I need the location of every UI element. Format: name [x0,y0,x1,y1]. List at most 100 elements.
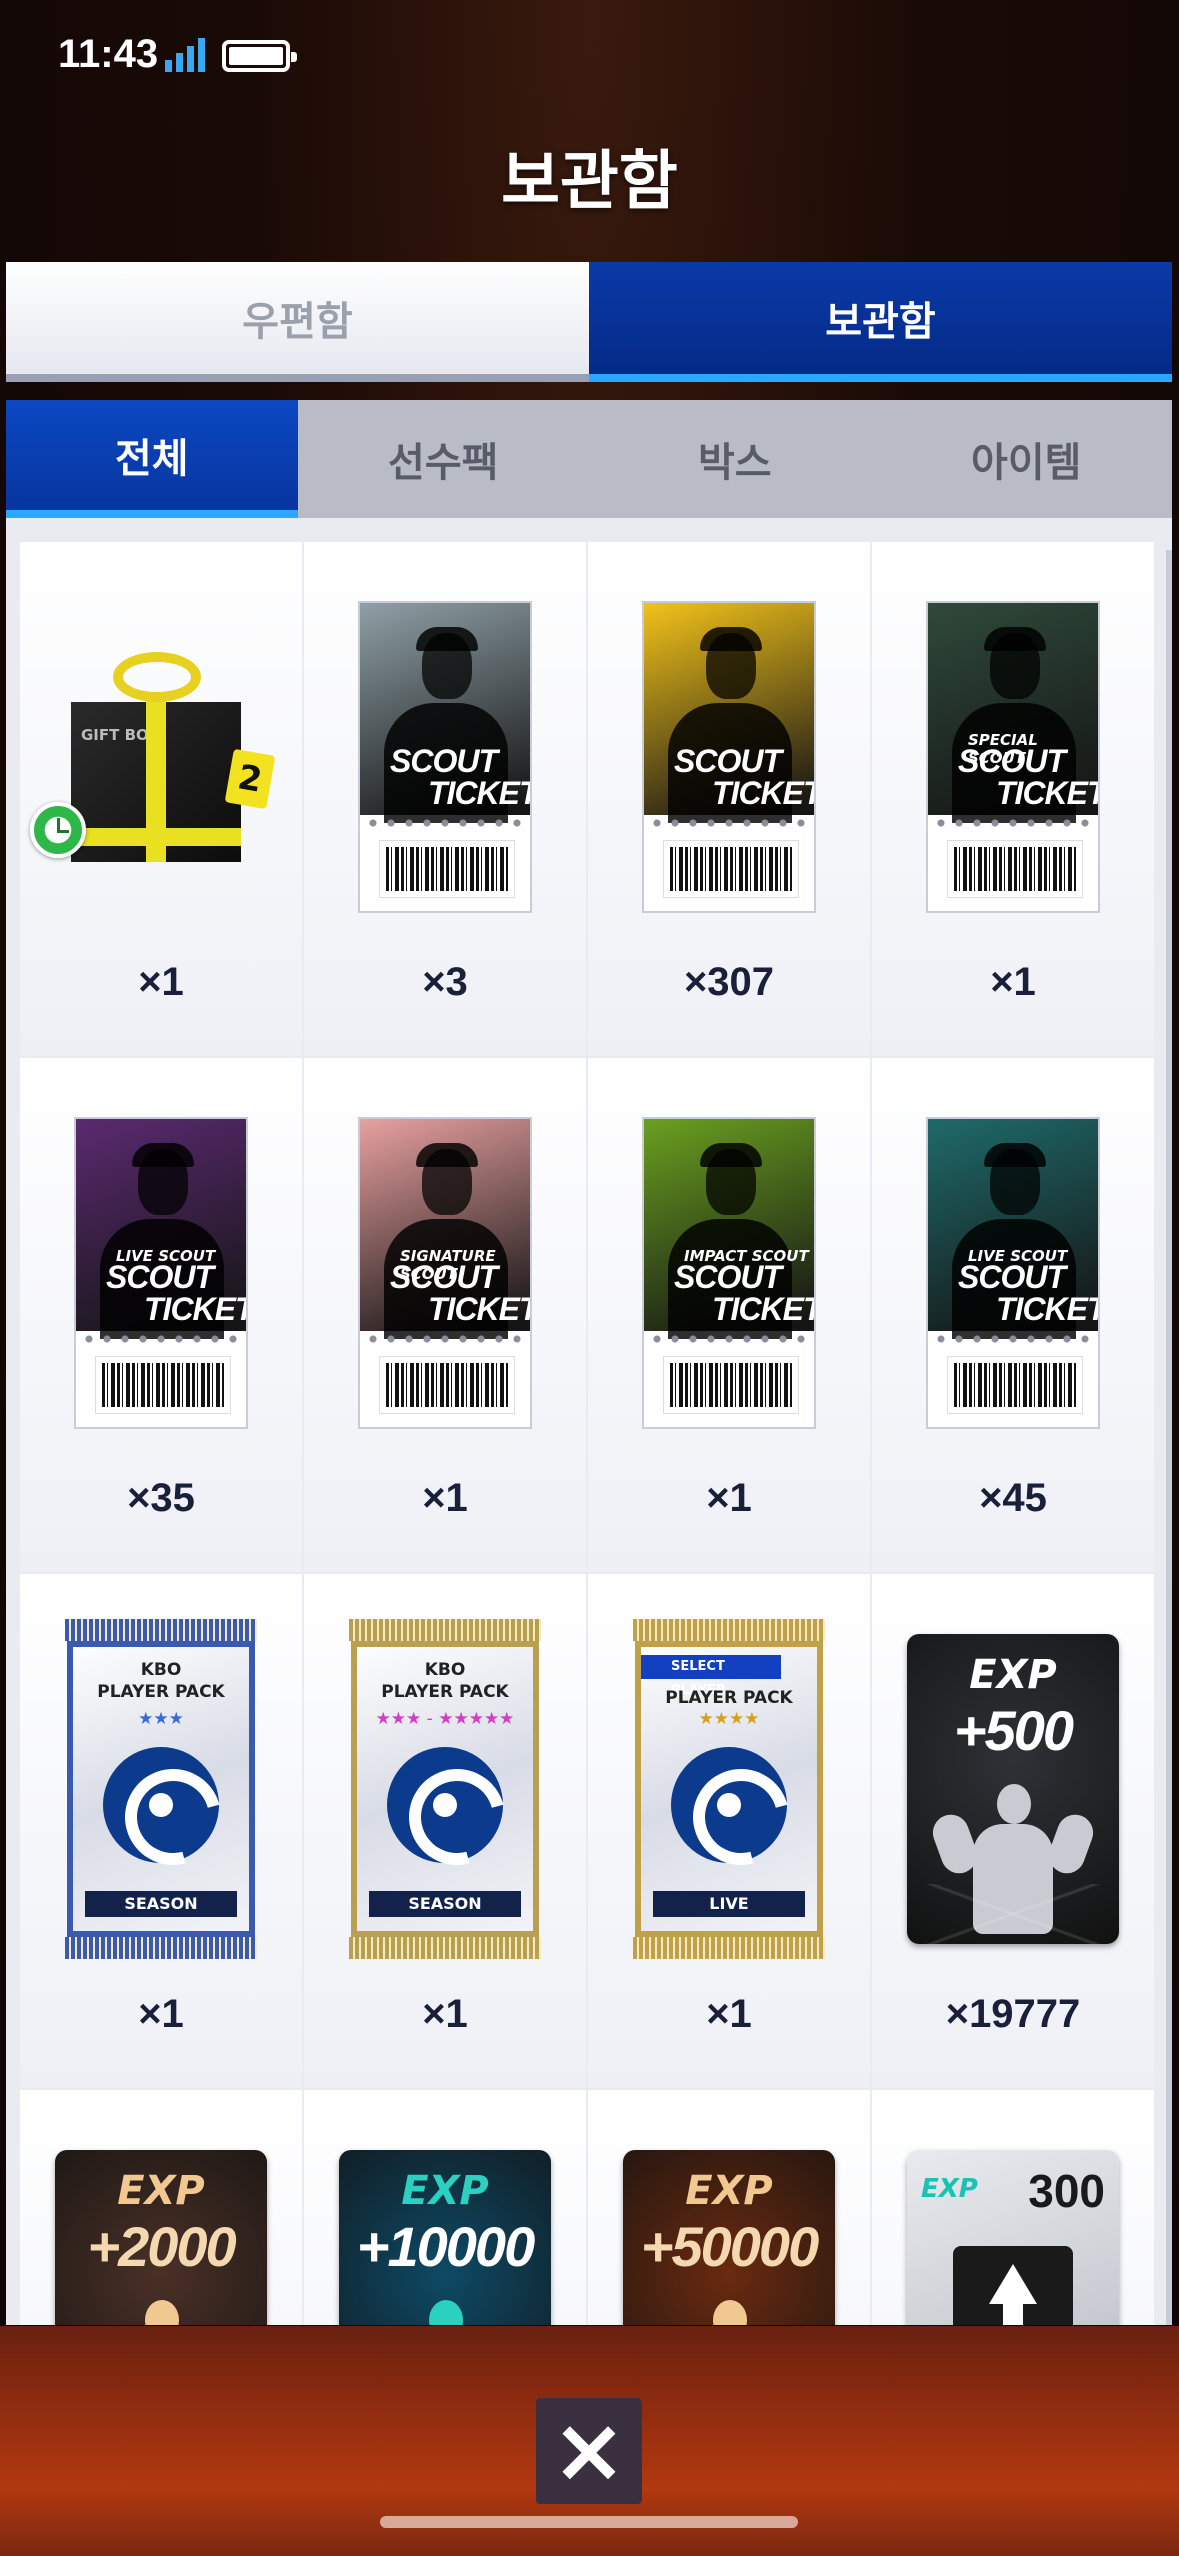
signal-icon [165,38,205,72]
item-count: ×1 [706,1476,752,1520]
battery-icon [222,40,297,72]
status-bar: 11:43 [0,0,1179,110]
tab-mailbox[interactable]: 우편함 [6,262,589,382]
item-cell-scout-ticket-gold[interactable]: SCOUT TICKET ×307 [588,542,870,1056]
exp-value: 300 [1028,2165,1105,2217]
exp-label: EXP [921,2174,978,2204]
item-cell-scout-ticket-signature[interactable]: SIGNATURE SCOUT SCOUT TICKET ×1 [304,1058,586,1572]
pack-title: KBO PLAYER PACK [97,1660,225,1702]
pack-band: LIVE [653,1891,805,1917]
exp-label: EXP [969,1652,1057,1698]
home-indicator[interactable] [380,2516,798,2528]
exp-value: +50000 [640,2215,819,2278]
barcode-icon [663,840,799,898]
item-count: ×1 [706,1992,752,2036]
ticket-line2: TICKET [712,775,816,811]
item-cell-scout-ticket-basic[interactable]: SCOUT TICKET ×3 [304,542,586,1056]
top-tabs: 우편함 보관함 [6,262,1172,382]
item-cell-gift-box[interactable]: GIFT BOX 2 ×1 [20,542,302,1056]
pack-title: PLAYER PACK [665,1688,793,1708]
barcode-icon [663,1356,799,1414]
ticket-line2: TICKET [428,1291,532,1327]
barcode-icon [379,1356,515,1414]
item-cell-scout-ticket-live-purple[interactable]: LIVE SCOUT SCOUT TICKET ×35 [20,1058,302,1572]
pack-stars: ★★★★ [698,1709,760,1729]
item-cell-exp-300[interactable]: EXP 300 [872,2090,1154,2325]
close-button[interactable]: × [536,2398,642,2504]
pack-stars: ★★★ [138,1709,184,1729]
item-cell-select-pack-live[interactable]: SELECT PLAYER PLAYER PACK ★★★★ LIVE ×1 [588,1574,870,2088]
exp-value: +2000 [87,2215,236,2278]
item-cell-scout-ticket-live-teal[interactable]: LIVE SCOUT SCOUT TICKET ×45 [872,1058,1154,1572]
pack-band: SEASON [369,1891,521,1917]
exp-card-icon: EXP +10000 [339,2150,551,2325]
ticket-line2: TICKET [996,775,1100,811]
item-count: ×1 [990,960,1036,1004]
player-pack-icon: KBO PLAYER PACK ★★★ SEASON [65,1619,257,1959]
item-count: ×1 [422,1476,468,1520]
item-cell-kbo-pack-season-blue[interactable]: KBO PLAYER PACK ★★★ SEASON ×1 [20,1574,302,2088]
item-count: ×3 [422,960,468,1004]
ticket-line2: TICKET [996,1291,1100,1327]
close-icon: × [551,2398,627,2503]
select-badge: SELECT PLAYER [641,1655,781,1698]
pack-stars: ★★★ - ★★★★★ [375,1709,515,1729]
team-logo-icon [387,1747,503,1863]
item-cell-scout-ticket-impact[interactable]: IMPACT SCOUT SCOUT TICKET ×1 [588,1058,870,1572]
clock-icon [30,802,86,858]
tab-box[interactable]: 박스 [589,400,881,518]
tab-storage[interactable]: 보관함 [589,262,1172,382]
scout-ticket-icon: SCOUT TICKET [358,601,532,913]
storage-panel: 전체 선수팩 박스 아이템 GIFT BOX 2 ×1 SCOUT TICKET… [6,400,1172,2325]
scrollbar[interactable] [1166,550,1172,2325]
page-title: 보관함 [501,145,678,219]
player-pack-icon: KBO PLAYER PACK ★★★ - ★★★★★ SEASON [349,1619,541,1959]
barcode-icon [947,840,1083,898]
status-time: 11:43 [58,32,159,76]
team-logo-icon [103,1747,219,1863]
ticket-line2: TICKET [144,1291,248,1327]
pack-band: SEASON [85,1891,237,1917]
item-count: ×35 [127,1476,195,1520]
barcode-icon [95,1356,231,1414]
scout-ticket-icon: LIVE SCOUT SCOUT TICKET [926,1117,1100,1429]
exp-card-icon: EXP +50000 [623,2150,835,2325]
exp-label: EXP [401,2168,489,2214]
exp-label: EXP [685,2168,773,2214]
item-count: ×45 [979,1476,1047,1520]
exp-boost-card-icon: EXP 300 [907,2150,1119,2325]
item-cell-scout-ticket-special[interactable]: SPECIAL SCOUT SCOUT TICKET ×1 [872,542,1154,1056]
barcode-icon [379,840,515,898]
scout-ticket-icon: SPECIAL SCOUT SCOUT TICKET [926,601,1100,913]
category-tabs: 전체 선수팩 박스 아이템 [6,400,1172,518]
item-count: ×1 [422,1992,468,2036]
item-count: ×19777 [945,1992,1081,2036]
scout-ticket-icon: SIGNATURE SCOUT SCOUT TICKET [358,1117,532,1429]
tab-player-pack[interactable]: 선수팩 [298,400,590,518]
item-count: ×1 [138,1992,184,2036]
item-cell-exp-50000[interactable]: EXP +50000 [588,2090,870,2325]
exp-card-icon: EXP +500 [907,1634,1119,1944]
scout-ticket-icon: LIVE SCOUT SCOUT TICKET [74,1117,248,1429]
item-cell-exp-500[interactable]: EXP +500 ×19777 [872,1574,1154,2088]
pack-title: KBO PLAYER PACK [381,1660,509,1702]
tab-item[interactable]: 아이템 [881,400,1173,518]
scout-ticket-icon: IMPACT SCOUT SCOUT TICKET [642,1117,816,1429]
tab-all[interactable]: 전체 [6,400,298,518]
exp-value: +10000 [356,2215,535,2278]
ticket-line2: TICKET [712,1291,816,1327]
exp-card-icon: EXP +2000 [55,2150,267,2325]
barcode-icon [947,1356,1083,1414]
item-cell-exp-2000[interactable]: EXP +2000 [20,2090,302,2325]
item-cell-exp-10000[interactable]: EXP +10000 [304,2090,586,2325]
arrow-up-icon [989,2264,1037,2304]
item-grid: GIFT BOX 2 ×1 SCOUT TICKET ×3 SCOUT TICK… [20,542,1154,2325]
exp-label: EXP [117,2168,205,2214]
exp-value: +500 [953,1699,1074,1762]
item-cell-kbo-pack-season-gold[interactable]: KBO PLAYER PACK ★★★ - ★★★★★ SEASON ×1 [304,1574,586,2088]
team-logo-icon [671,1747,787,1863]
ticket-line2: TICKET [428,775,532,811]
scout-ticket-icon: SCOUT TICKET [642,601,816,913]
item-count: ×1 [138,960,184,1004]
player-pack-icon: SELECT PLAYER PLAYER PACK ★★★★ LIVE [633,1619,825,1959]
